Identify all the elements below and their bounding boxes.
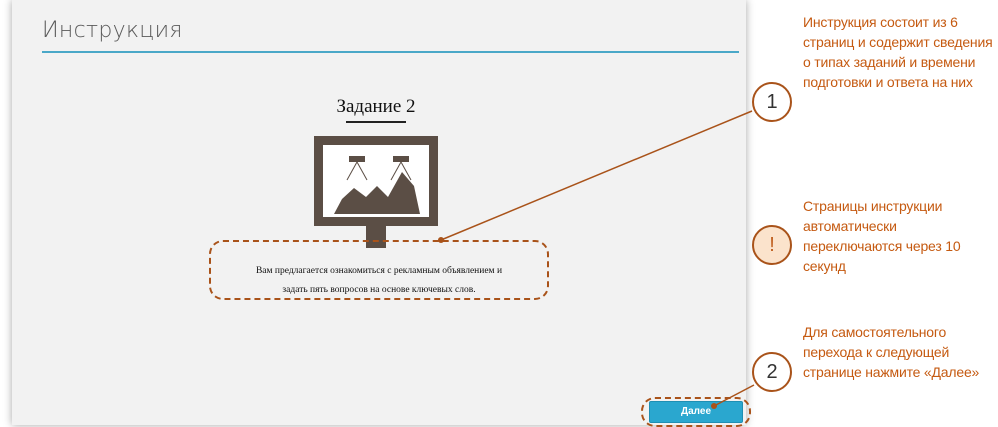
annotation-1-text: Инструкция состоит из 6 страниц и содерж…	[803, 14, 993, 90]
task-description-line-2: задать пять вопросов на основе ключевых …	[282, 285, 476, 295]
instruction-screen: Инструкция Задание 2 Вам предлагается оз…	[12, 0, 751, 427]
callout-marker-2: 2	[752, 352, 792, 392]
page-title: Инструкция	[42, 18, 183, 43]
title-divider	[42, 51, 739, 53]
annotation-2-text: Страницы инструкции автоматически перекл…	[803, 198, 961, 274]
billboard-icon	[314, 136, 438, 248]
task-description-line-1: Вам предлагается ознакомиться с рекламны…	[255, 266, 503, 276]
annotation-3-text: Для самостоятельного перехода к следующе…	[803, 324, 980, 380]
task-heading: Задание 2	[336, 96, 416, 117]
task-heading-underline	[346, 121, 406, 123]
warning-icon: !	[752, 225, 792, 265]
task-description: Вам предлагается ознакомиться с рекламны…	[209, 262, 549, 300]
callout-marker-1: 1	[752, 82, 792, 122]
next-button[interactable]: Далее	[649, 401, 743, 423]
